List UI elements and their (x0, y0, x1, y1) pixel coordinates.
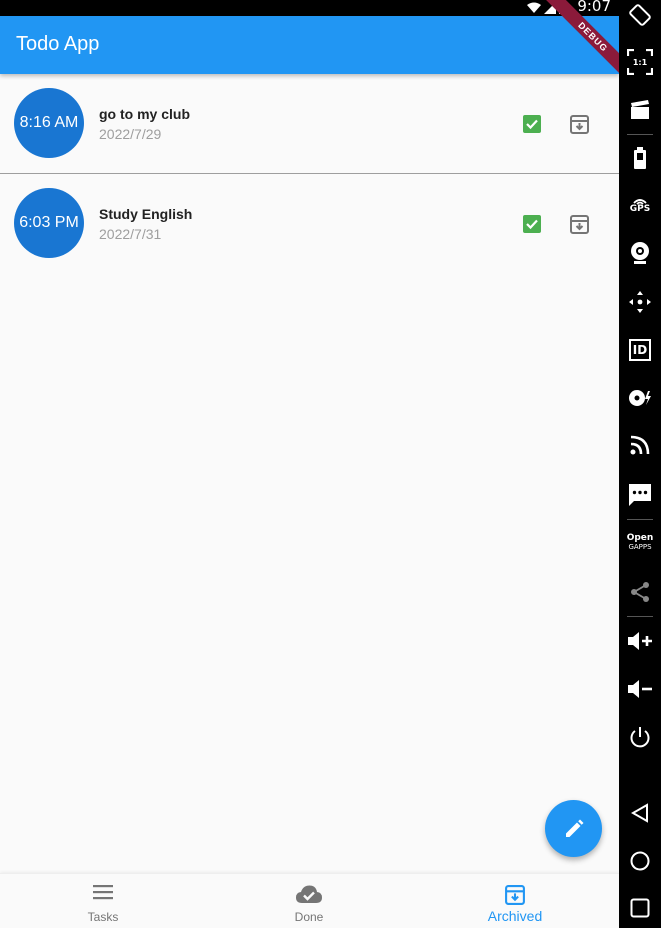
task-title: go to my club (99, 106, 190, 122)
task-title: Study English (99, 206, 193, 222)
nav-label-tasks: Tasks (87, 910, 119, 924)
rss-icon (630, 435, 650, 455)
battery-button[interactable] (619, 138, 661, 178)
volume-down-icon (628, 680, 652, 698)
task-date: 2022/7/29 (99, 126, 162, 142)
check-box-icon[interactable] (522, 214, 542, 234)
nav-item-archived[interactable]: Archived (412, 874, 618, 928)
gps-button[interactable]: GPS (619, 185, 661, 225)
power-icon (630, 727, 650, 748)
task-date: 2022/7/31 (99, 226, 162, 242)
fit-screen-button[interactable]: 1:1 (619, 42, 661, 82)
toolbar-divider (627, 616, 653, 617)
bottom-navigation: Tasks Done Archived (0, 873, 619, 928)
rotate-button[interactable] (619, 0, 661, 35)
nav-item-tasks[interactable]: Tasks (0, 874, 206, 928)
share-icon (631, 582, 649, 602)
opengapps-label-open: Open (626, 533, 654, 543)
status-bar: 9:07 (0, 0, 619, 16)
volume-up-icon (628, 632, 652, 650)
overview-square-icon (630, 898, 650, 918)
archive-icon (505, 885, 525, 905)
wifi-icon (527, 2, 541, 13)
status-time: 9:07 (577, 0, 611, 15)
disk-icon (629, 390, 651, 406)
id-label: ID (632, 343, 648, 357)
screen-record-button[interactable] (619, 90, 661, 130)
nav-label-archived: Archived (487, 908, 543, 924)
task-time-avatar: 6:03 PM (14, 188, 84, 258)
volume-down-button[interactable] (619, 669, 661, 709)
rotate-icon (629, 4, 651, 26)
opengapps-button[interactable]: Open GAPPS (619, 523, 661, 563)
pencil-icon (565, 819, 583, 837)
overview-button[interactable] (619, 888, 661, 928)
share-button[interactable] (619, 572, 661, 612)
sms-button[interactable] (619, 475, 661, 515)
move-icon (629, 291, 651, 313)
archive-icon[interactable] (569, 114, 590, 135)
battery-icon (634, 147, 646, 169)
clapperboard-icon (631, 100, 649, 119)
nav-label-done: Done (294, 910, 324, 924)
phone-screen: 9:07 Todo App DEBUG 8:16 AM go to my clu… (0, 0, 619, 928)
camera-button[interactable] (619, 233, 661, 273)
task-time-avatar: 8:16 AM (14, 88, 84, 158)
opengapps-label-gapps: GAPPS (628, 543, 652, 551)
toolbar-divider (627, 134, 653, 135)
archive-icon[interactable] (569, 214, 590, 235)
device-id-button[interactable]: ID (619, 330, 661, 370)
gps-label: GPS (629, 203, 651, 214)
app-bar: Todo App DEBUG (0, 0, 619, 85)
check-box-icon[interactable] (522, 114, 542, 134)
edit-fab-button[interactable] (545, 800, 602, 857)
disk-button[interactable] (619, 378, 661, 418)
home-circle-icon (630, 851, 650, 871)
message-icon (629, 484, 651, 506)
power-button[interactable] (619, 717, 661, 757)
volume-up-button[interactable] (619, 621, 661, 661)
webcam-icon (631, 242, 649, 264)
toolbar-divider (627, 519, 653, 520)
back-button[interactable] (619, 793, 661, 833)
app-title: Todo App (16, 33, 100, 55)
task-item[interactable]: 6:03 PM Study English 2022/7/31 (0, 174, 619, 274)
menu-icon (93, 885, 113, 900)
back-triangle-icon (631, 803, 648, 823)
remote-control-button[interactable] (619, 425, 661, 465)
emulator-toolbar: 1:1 GPS ID Open GAPPS (619, 0, 661, 928)
cloud-done-icon (296, 885, 322, 903)
task-item[interactable]: 8:16 AM go to my club 2022/7/29 (0, 74, 619, 174)
dpad-button[interactable] (619, 282, 661, 322)
home-button[interactable] (619, 841, 661, 881)
nav-item-done[interactable]: Done (206, 874, 412, 928)
ratio-label: 1:1 (632, 58, 648, 67)
